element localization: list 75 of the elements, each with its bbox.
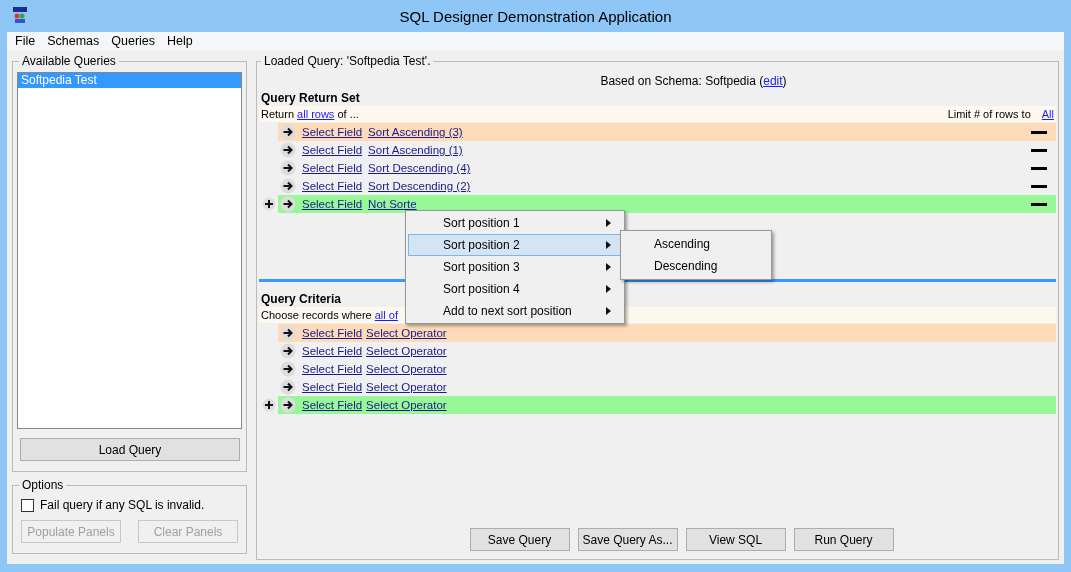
submenu-arrow-icon [606,219,611,227]
section-heading: Query Criteria [260,291,342,307]
sort-link[interactable]: Sort Ascending (3) [368,126,463,138]
arrow-icon[interactable] [280,178,296,194]
menu-item[interactable]: Sort position 2 [408,234,622,256]
arrow-icon[interactable] [280,379,296,395]
section-heading: Query Return Set [260,90,360,106]
menu-item[interactable]: Ascending [621,233,771,255]
arrow-icon[interactable] [280,196,296,212]
limit-link[interactable]: All [1041,108,1054,120]
menu-item[interactable]: Help [161,34,199,48]
field-link[interactable]: Select Field [302,198,363,210]
sort-link[interactable]: Sort Descending (2) [368,180,471,192]
field-link[interactable]: Select Field [302,345,363,357]
menu-item[interactable]: Schemas [41,34,106,48]
group-title: Options [21,478,65,492]
minus-icon[interactable] [1031,130,1047,134]
criteria-text: Choose records where all of [261,308,398,323]
limit-label: Limit # of rows to [947,108,1031,120]
field-link[interactable]: Select Field [302,162,363,174]
operator-link[interactable]: Select Operator [366,381,447,393]
all-of-link[interactable]: all of [374,309,398,321]
window-title: SQL Designer Demonstration Application [399,7,672,25]
field-link[interactable]: Select Field [302,381,363,393]
operator-link[interactable]: Select Operator [366,399,447,411]
sort-link[interactable]: Sort Ascending (1) [368,144,463,156]
menu-item[interactable]: Add to next sort position [408,300,622,322]
menu-item[interactable]: Descending [621,255,771,277]
field-link[interactable]: Select Field [302,180,363,192]
menu-item[interactable]: File [9,34,42,48]
checkbox-label: Fail query if any SQL is invalid. [40,498,205,512]
arrow-icon[interactable] [280,124,296,140]
sort-link[interactable]: Sort Descending (4) [368,162,471,174]
submenu-arrow-icon [606,263,611,271]
operator-link[interactable]: Select Operator [366,363,447,375]
checkbox[interactable] [21,498,34,512]
minus-icon[interactable] [1031,184,1047,188]
app-icon [12,6,28,24]
group-title: Available Queries [21,54,117,68]
schema-text: Based on Schema: Softpedia (edit) [600,74,787,88]
field-link[interactable]: Select Field [302,126,363,138]
minus-icon[interactable] [1031,202,1047,206]
menu-item[interactable]: Queries [105,34,162,48]
submenu-arrow-icon [606,241,611,249]
query-button[interactable]: Save Query As... [577,528,678,551]
edit-link[interactable]: edit [763,74,783,88]
field-link[interactable]: Select Field [302,399,363,411]
field-link[interactable]: Select Field [302,363,363,375]
query-button[interactable]: View SQL [685,528,786,551]
menu-item[interactable]: Sort position 1 [408,212,622,234]
field-link[interactable]: Select Field [302,327,363,339]
minus-icon[interactable] [1031,148,1047,152]
arrow-icon[interactable] [280,142,296,158]
arrow-icon[interactable] [280,160,296,176]
submenu-arrow-icon [606,307,611,315]
sort-link[interactable]: Not Sorte [368,198,417,210]
add-icon[interactable] [261,398,276,412]
arrow-icon[interactable] [280,343,296,359]
arrow-icon[interactable] [280,325,296,341]
arrow-icon[interactable] [280,397,296,413]
add-icon[interactable] [261,197,276,211]
submenu-arrow-icon [606,285,611,293]
query-button[interactable]: Save Query [469,528,570,551]
minus-icon[interactable] [1031,166,1047,170]
return-text: Return all rows of ... [261,107,359,122]
menu-item[interactable]: Sort position 3 [408,256,622,278]
load-query-button[interactable]: Load Query [20,438,240,461]
operator-link[interactable]: Select Operator [366,327,447,339]
field-link[interactable]: Select Field [302,144,363,156]
query-button[interactable]: Run Query [793,528,894,551]
all-rows-link[interactable]: all rows [297,108,335,120]
menu-item[interactable]: Sort position 4 [408,278,622,300]
group-title: Loaded Query: 'Softpedia Test'. [263,54,432,68]
operator-link[interactable]: Select Operator [366,345,447,357]
arrow-icon[interactable] [280,361,296,377]
